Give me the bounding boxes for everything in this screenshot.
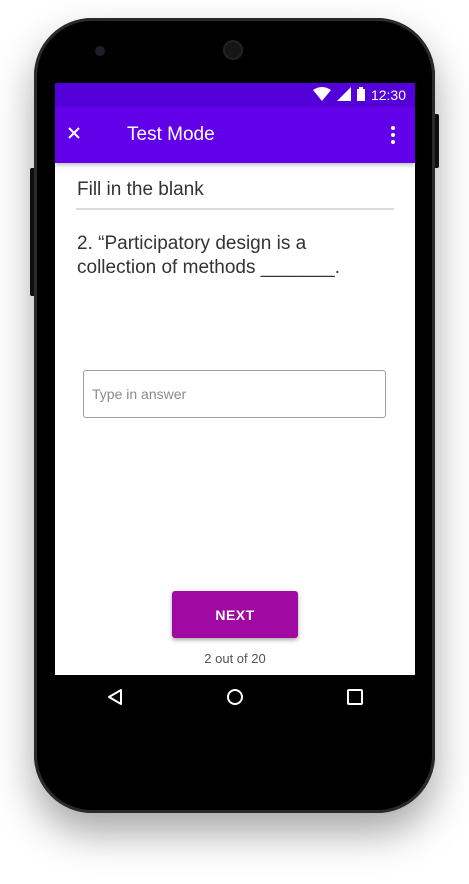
page-title: Test Mode [127, 124, 215, 145]
home-icon [226, 688, 244, 711]
more-vert-icon-dot [391, 133, 395, 137]
recents-button[interactable] [325, 675, 385, 723]
next-button[interactable]: NEXT [172, 591, 298, 638]
recents-icon [347, 688, 363, 710]
status-time: 12:30 [370, 87, 406, 103]
question-text: 2. “Participatory design is a collection… [77, 233, 341, 278]
signal-icon [336, 86, 351, 104]
divider [76, 208, 394, 210]
app-bar: Test Mode [55, 107, 415, 163]
phone-screen: 12:30 Test Mode Fill in the blank 2. “Pa… [55, 83, 415, 675]
progress-text: 2 out of 20 [204, 651, 266, 666]
battery-icon [356, 86, 365, 104]
wifi-icon [312, 86, 331, 104]
close-icon [68, 126, 80, 144]
back-icon [107, 688, 123, 711]
status-bar: 12:30 [55, 83, 415, 107]
more-options-button[interactable] [381, 121, 405, 149]
more-vert-icon-dot [391, 140, 395, 144]
section-title: Fill in the blank [77, 179, 204, 200]
back-button[interactable] [85, 675, 145, 723]
sensor-dot [95, 46, 105, 56]
answer-input[interactable] [83, 370, 386, 418]
more-vert-icon [391, 126, 395, 130]
front-camera [223, 40, 243, 60]
system-nav-bar [55, 675, 415, 723]
home-button[interactable] [205, 675, 265, 723]
close-button[interactable] [55, 107, 93, 163]
